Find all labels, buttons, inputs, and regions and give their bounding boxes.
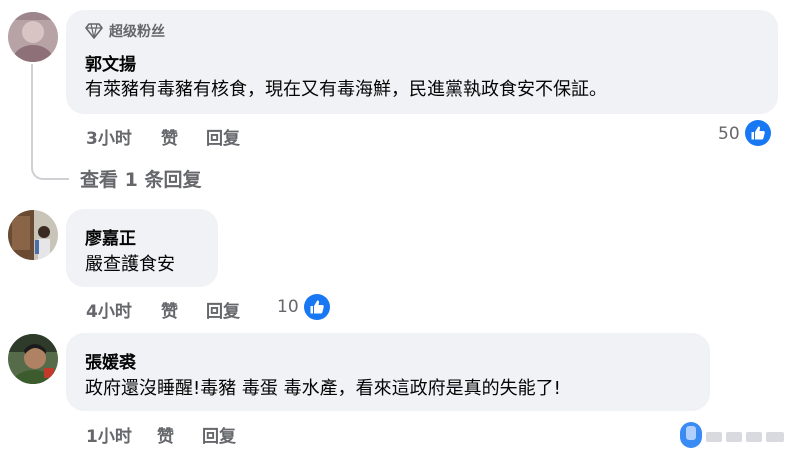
- comment-time-1[interactable]: 3小时: [86, 124, 132, 149]
- comment-author-2[interactable]: 廖嘉正: [85, 224, 136, 249]
- like-button-3[interactable]: 赞: [157, 422, 174, 447]
- comment-bubble-3: 張媛裘 政府還沒睡醒!毒豬 毒蛋 毒水產，看來這政府是真的失能了!: [66, 333, 710, 411]
- comment-bubble-1: 超级粉丝 郭文揚 有萊豬有毒豬有核食，現在又有毒海鮮，民進黨執政食安不保証。: [66, 10, 778, 114]
- comment-text-3: 政府還沒睡醒!毒豬 毒蛋 毒水產，看來這政府是真的失能了!: [85, 378, 561, 399]
- avatar-commenter-1[interactable]: [8, 12, 58, 62]
- comment-time-3[interactable]: 1小时: [86, 422, 132, 447]
- avatar-commenter-2[interactable]: [8, 210, 58, 260]
- super-fan-badge: 超级粉丝: [85, 21, 165, 41]
- comment-text-2: 嚴查護食安: [85, 254, 175, 275]
- view-replies-link[interactable]: 查看 1 条回复: [80, 165, 201, 192]
- comment-author-1[interactable]: 郭文揚: [85, 50, 136, 75]
- reply-button-1[interactable]: 回复: [206, 124, 240, 149]
- badge-label: 超级粉丝: [109, 24, 165, 40]
- comment-author-3[interactable]: 張媛裘: [85, 348, 136, 373]
- thumbs-up-icon[interactable]: [304, 294, 330, 320]
- reaction-count-2[interactable]: 10: [277, 297, 299, 317]
- reply-button-2[interactable]: 回复: [206, 297, 240, 322]
- like-button-2[interactable]: 赞: [161, 297, 178, 322]
- watermark-overlay: [680, 420, 792, 452]
- comment-section: 超级粉丝 郭文揚 有萊豬有毒豬有核食，現在又有毒海鮮，民進黨執政食安不保証。 3…: [0, 0, 792, 459]
- comment-time-2[interactable]: 4小时: [86, 297, 132, 322]
- like-button-1[interactable]: 赞: [161, 124, 178, 149]
- comment-text-1: 有萊豬有毒豬有核食，現在又有毒海鮮，民進黨執政食安不保証。: [85, 79, 607, 100]
- diamond-icon: [85, 23, 103, 39]
- reply-thread-line: [31, 64, 69, 180]
- bottom-divider: [0, 455, 792, 459]
- reaction-count-1[interactable]: 50: [718, 124, 740, 144]
- comment-bubble-2: 廖嘉正 嚴查護食安: [66, 209, 218, 287]
- avatar-commenter-3[interactable]: [8, 334, 58, 384]
- thumbs-up-icon[interactable]: [745, 120, 771, 146]
- reply-button-3[interactable]: 回复: [202, 422, 236, 447]
